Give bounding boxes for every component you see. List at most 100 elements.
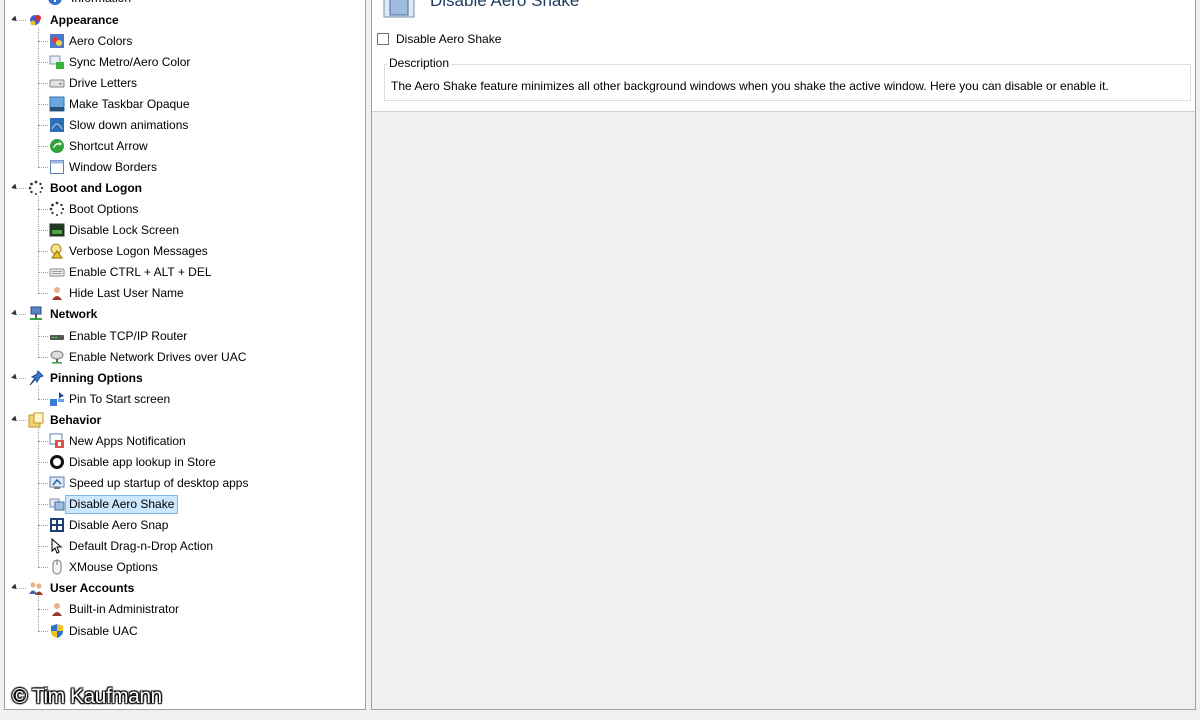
- pin-icon: [28, 369, 44, 386]
- window-borders-icon: [49, 159, 65, 175]
- network-icon: [28, 306, 44, 322]
- verbose-logon-icon: [49, 243, 65, 259]
- expand-arrow-icon[interactable]: [11, 373, 19, 382]
- shortcut-arrow-icon: [49, 138, 65, 154]
- tree-connector: [38, 440, 48, 442]
- user-icon: [49, 285, 65, 301]
- tree-item-label: Built-in Administrator: [69, 602, 180, 617]
- router-icon: [49, 328, 65, 344]
- tree-item-label: Enable Network Drives over UAC: [69, 349, 247, 364]
- store-icon: [49, 454, 65, 470]
- disable-aero-shake-checkbox-row[interactable]: Disable Aero Shake: [377, 30, 501, 48]
- tree-connector: [38, 293, 48, 295]
- tree-item-label: Disable Aero Snap: [69, 518, 169, 533]
- boot-icon: [28, 180, 44, 196]
- tree-connector: [38, 322, 39, 357]
- tree-connector: [38, 27, 39, 167]
- tree-item-label: Verbose Logon Messages: [69, 244, 208, 259]
- mouse-icon: [49, 559, 65, 575]
- tree-connector: [38, 103, 48, 105]
- aero-shake-icon: [49, 496, 65, 512]
- tree-connector: [38, 461, 48, 463]
- tree-item-label: Default Drag-n-Drop Action: [69, 539, 214, 554]
- tree-connector: [38, 567, 48, 569]
- content-panel: Disable Aero Shake Disable Aero Shake De…: [371, 0, 1196, 710]
- tree-connector: [38, 272, 48, 274]
- tree-connector: [38, 230, 48, 232]
- tree-connector: [19, 19, 26, 21]
- tree-item-label: Hide Last User Name: [69, 286, 184, 301]
- tree-connector: [38, 596, 39, 631]
- tree-item-label: Information: [71, 0, 131, 8]
- tree-connector: [38, 630, 48, 632]
- tree-connector: [38, 251, 48, 253]
- expand-arrow-icon[interactable]: [11, 183, 19, 192]
- tree-connector: [38, 398, 48, 400]
- copyright-watermark: © Tim Kaufmann: [12, 685, 162, 708]
- expand-arrow-icon[interactable]: [11, 415, 19, 424]
- expand-arrow-icon[interactable]: [11, 15, 19, 23]
- tree-connector: [38, 483, 48, 485]
- description-text: The Aero Shake feature minimizes all oth…: [391, 79, 1109, 93]
- pin-start-icon: [49, 391, 65, 407]
- notification-icon: [49, 433, 65, 449]
- tree-connector: [38, 385, 39, 399]
- boot-options-icon: [49, 201, 65, 217]
- tree-connector: [19, 314, 26, 316]
- tree-connector: [38, 145, 48, 147]
- tree-item-label: Pin To Start screen: [69, 391, 171, 406]
- tree-item-label: XMouse Options: [69, 560, 158, 575]
- tree-item-label: Drive Letters: [69, 75, 138, 90]
- users-icon: [28, 580, 44, 596]
- tree-connector: [38, 356, 48, 358]
- tree-item-label: Speed up startup of desktop apps: [69, 476, 249, 491]
- content-header: Disable Aero Shake Disable Aero Shake De…: [372, 0, 1195, 112]
- appearance-icon: [28, 12, 44, 28]
- tree-group-label: Appearance: [50, 12, 119, 27]
- tree-connector: [38, 124, 48, 126]
- uac-shield-icon: [49, 623, 65, 639]
- drive-icon: [49, 75, 65, 91]
- admin-icon: [49, 601, 65, 617]
- page-title: Disable Aero Shake: [430, 0, 580, 10]
- tree-item-label: Window Borders: [69, 159, 158, 174]
- tree-group-label: Network: [50, 307, 98, 322]
- expand-arrow-icon[interactable]: [11, 310, 19, 318]
- tree-connector: [38, 525, 48, 527]
- settings-tree[interactable]: Information Appearance Aero Colors Sync Met…: [4, 0, 366, 710]
- tree-item-label: Sync Metro/Aero Color: [69, 54, 191, 69]
- keyboard-icon: [49, 264, 65, 280]
- description-title: Description: [387, 56, 452, 70]
- tree-connector: [38, 609, 48, 611]
- tree-connector: [38, 335, 48, 337]
- tree-connector: [38, 82, 48, 84]
- disable-aero-shake-checkbox[interactable]: [377, 33, 389, 45]
- lock-screen-icon: [49, 222, 65, 238]
- tree-group-label: Pinning Options: [50, 370, 143, 385]
- tree-connector: [19, 188, 26, 190]
- tree-item-label: Disable Aero Shake: [65, 495, 179, 515]
- tree-connector: [19, 377, 26, 379]
- aero-shake-large-icon: [383, 0, 415, 18]
- tree-connector: [38, 40, 48, 42]
- animation-icon: [49, 117, 65, 133]
- expand-arrow-icon[interactable]: [11, 583, 19, 592]
- sync-color-icon: [49, 54, 65, 70]
- tree-item-label: Disable Lock Screen: [69, 223, 180, 238]
- tree-item-label: Shortcut Arrow: [69, 138, 148, 153]
- tree-connector: [38, 196, 39, 294]
- tree-connector: [38, 504, 48, 506]
- tree-item-label: Enable TCP/IP Router: [69, 328, 188, 343]
- network-drive-icon: [49, 349, 65, 365]
- tree-group-label: Behavior: [50, 412, 102, 427]
- behavior-icon: [28, 412, 44, 428]
- speedup-icon: [49, 475, 65, 491]
- taskbar-icon: [49, 96, 65, 112]
- tree-item-label: Disable UAC: [69, 623, 138, 638]
- checkbox-label[interactable]: Disable Aero Shake: [396, 32, 501, 46]
- tree-item-label: Enable CTRL + ALT + DEL: [69, 265, 212, 280]
- description-group: Description The Aero Shake feature minim…: [384, 56, 1191, 101]
- tree-connector: [38, 546, 48, 548]
- aero-snap-icon: [49, 517, 65, 533]
- tree-connector: [38, 209, 48, 211]
